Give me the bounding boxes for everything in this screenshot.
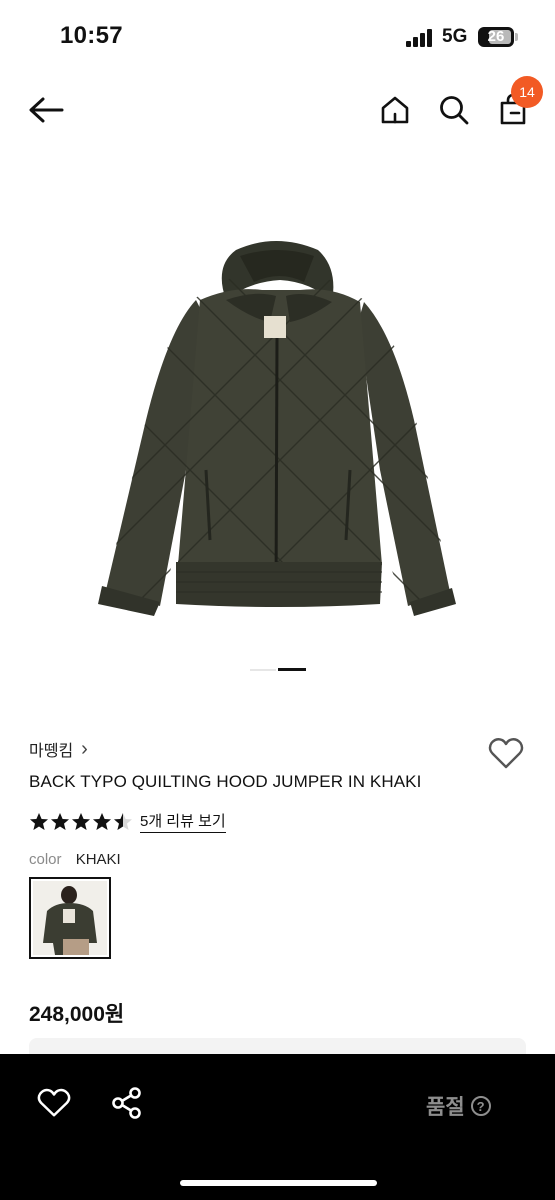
review-link[interactable]: 5개 리뷰 보기 [140, 810, 226, 833]
brand-link[interactable]: 마뗑킴 › [29, 737, 88, 761]
home-indicator [180, 1180, 377, 1186]
carousel-dot-1[interactable] [250, 669, 276, 671]
product-title: BACK TYPO QUILTING HOOD JUMPER IN KHAKI [29, 772, 422, 791]
battery-level-text: 26 [487, 28, 505, 45]
star-filled-icon [72, 812, 90, 830]
star-filled-icon [30, 812, 48, 830]
soldout-label: 품절 [426, 1096, 465, 1119]
chevron-right-icon: › [81, 738, 88, 760]
search-icon [440, 96, 469, 125]
status-time: 10:57 [60, 22, 123, 49]
battery-icon: 26 [478, 27, 514, 47]
home-button[interactable] [374, 90, 416, 130]
heart-outline-icon [488, 738, 524, 769]
product-image [98, 241, 456, 616]
battery-tip [515, 33, 518, 41]
wishlist-button[interactable] [487, 735, 525, 771]
color-option-thumbnail [33, 881, 107, 955]
home-icon [381, 96, 409, 124]
color-label: color [29, 851, 62, 868]
bottom-wishlist-button[interactable] [36, 1086, 72, 1120]
star-filled-icon [93, 812, 111, 830]
product-image-carousel[interactable] [0, 150, 555, 660]
nav-bar [0, 78, 555, 142]
back-button[interactable] [24, 90, 68, 130]
network-label: 5G [442, 26, 468, 47]
status-bar: 10:57 5G 26 [0, 0, 555, 70]
star-half-icon [114, 812, 132, 830]
star-filled-icon [51, 812, 69, 830]
back-arrow-icon [29, 97, 64, 123]
share-button[interactable] [110, 1086, 146, 1120]
bottom-action-bar: 품절 ? [0, 1054, 555, 1200]
help-icon[interactable]: ? [470, 1096, 491, 1116]
rating-row: 5개 리뷰 보기 [29, 810, 226, 833]
share-icon [112, 1087, 141, 1119]
cart-count-badge: 14 [511, 76, 543, 108]
search-button[interactable] [433, 90, 475, 130]
brand-name: 마뗑킴 [29, 743, 74, 760]
color-row: color KHAKI [29, 851, 121, 868]
color-value: KHAKI [75, 851, 121, 868]
heart-icon [37, 1088, 71, 1117]
carousel-indicator [250, 668, 306, 672]
signal-icon [406, 29, 436, 47]
price: 248,000원 [29, 1003, 125, 1026]
soldout-status: 품절 ? [426, 1091, 491, 1121]
carousel-dot-2-active[interactable] [278, 668, 306, 671]
rating-stars [29, 812, 133, 832]
color-option-khaki[interactable] [29, 877, 111, 959]
